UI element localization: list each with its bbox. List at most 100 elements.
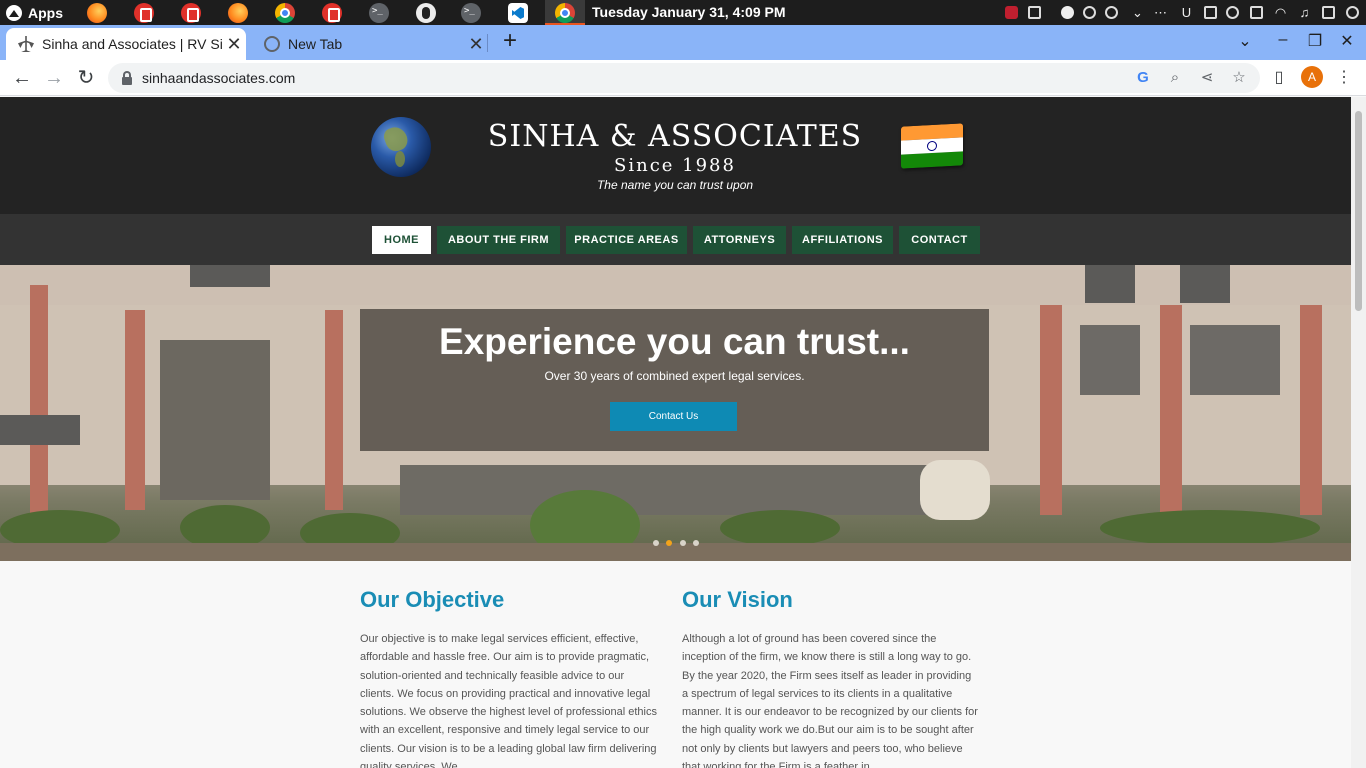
vision-body: Although a lot of ground has been covere… [682,633,978,768]
lock-icon[interactable] [122,70,132,85]
share-icon[interactable]: ⋖ [1199,70,1215,86]
building-window [1080,325,1140,395]
building-column [30,285,48,515]
tab-title: Sinha and Associates | RV Sinha [42,36,222,52]
close-tab-icon[interactable]: ✕ [222,34,246,55]
more-icon[interactable]: ⋯ [1154,6,1167,19]
pdf-icon[interactable] [181,3,201,23]
brand-since: Since 1988 [614,155,736,176]
web-page: SINHA & ASSOCIATES Since 1988 The name y… [0,97,1351,768]
user-icon[interactable] [1346,6,1359,19]
apps-logo-icon [6,4,22,21]
forward-arrow-icon[interactable]: → [42,66,66,90]
content-section: Our Objective Our objective is to make l… [0,561,1351,768]
building-window [1085,265,1135,303]
bookmark-star-icon[interactable]: ☆ [1231,70,1247,86]
page-scrollbar[interactable] [1351,97,1366,768]
lion-statue [920,460,990,520]
new-tab-button[interactable]: + [498,29,522,54]
objective-title: Our Objective [360,587,505,612]
building-window [190,265,270,287]
zoom-icon[interactable]: ⌕ [1167,70,1183,86]
firefox-icon[interactable] [228,3,248,23]
pdf-icon[interactable] [134,3,154,23]
battery-icon[interactable] [1322,6,1335,19]
building-column [125,310,145,510]
globe-logo [371,117,431,177]
building-entrance [400,465,960,515]
building-column [325,310,343,510]
building-column [1300,305,1322,515]
nav-about-the-firm[interactable]: ABOUT THE FIRM [437,226,560,254]
clock[interactable]: Tuesday January 31, 4:09 PM [592,4,786,20]
globe-icon [264,36,280,52]
restore-icon[interactable]: ❐ [1305,31,1325,51]
terminal-icon[interactable] [461,3,481,23]
wifi-icon[interactable]: ◠ [1274,6,1287,19]
window-icon[interactable] [1250,6,1263,19]
slide-dot[interactable] [653,540,659,546]
slide-dot[interactable] [680,540,686,546]
apps-label: Apps [28,4,63,21]
scales-of-justice-icon [18,36,34,52]
shrub [1100,510,1320,546]
vscode-icon[interactable] [508,3,528,23]
brand-name: SINHA & ASSOCIATES [487,119,863,154]
brand[interactable]: SINHA & ASSOCIATES Since 1988 The name y… [475,119,875,193]
brand-tagline: The name you can trust upon [596,178,754,192]
nav-affiliations[interactable]: AFFILIATIONS [792,226,893,254]
mic-muted-icon[interactable] [1005,6,1018,19]
browser-toolbar: ← → ↻ sinhaandassociates.com G ⌕ ⋖ ☆ ▯ A… [0,60,1366,96]
shrub [720,510,840,546]
linux-icon[interactable] [416,3,436,23]
record-icon[interactable] [1083,6,1096,19]
contact-us-button[interactable]: Contact Us [610,402,737,431]
hero-title: Experience you can trust... [439,321,910,362]
hero-slider[interactable]: Experience you can trust... Over 30 year… [0,265,1351,561]
address-bar[interactable]: sinhaandassociates.com G ⌕ ⋖ ☆ [108,63,1260,93]
screen-icon[interactable] [1028,6,1041,19]
chrome-icon[interactable] [555,3,575,23]
clipboard-icon[interactable] [1204,6,1217,19]
tab-new-tab[interactable]: New Tab ✕ [252,28,488,60]
vpn-icon[interactable] [1105,6,1118,19]
tab-title: New Tab [288,36,343,52]
building-window [160,340,270,500]
chrome-icon[interactable] [275,3,295,23]
close-window-icon[interactable]: ✕ [1337,31,1357,51]
tab-search-icon[interactable]: ⌄ [1235,31,1255,51]
nav-contact[interactable]: CONTACT [899,226,980,254]
chevron-down-icon[interactable]: ⌄ [1131,6,1144,19]
close-tab-icon[interactable]: ✕ [464,34,488,55]
google-lens-icon[interactable]: G [1135,70,1151,86]
magnet-icon[interactable]: U [1180,6,1193,19]
nav-attorneys[interactable]: ATTORNEYS [693,226,786,254]
firefox-icon[interactable] [87,3,107,23]
shield-icon[interactable] [1226,6,1239,19]
indian-flag-image [901,123,963,169]
side-panel-icon[interactable]: ▯ [1269,68,1289,88]
hero-caption: Experience you can trust... Over 30 year… [360,309,989,451]
profile-avatar[interactable]: A [1301,66,1323,88]
nav-practice-areas[interactable]: PRACTICE AREAS [566,226,687,254]
slide-dot-active[interactable] [666,540,672,546]
building-window [0,415,80,445]
building-window [1190,325,1280,395]
objective-body: Our objective is to make legal services … [360,633,657,768]
nav-home[interactable]: HOME [372,226,431,254]
url-text[interactable]: sinhaandassociates.com [142,70,295,86]
ground [0,543,1351,561]
reload-icon[interactable]: ↻ [74,66,98,90]
apps-menu[interactable]: Apps [0,0,78,25]
hero-subtitle: Over 30 years of combined expert legal s… [544,369,805,383]
slide-dot[interactable] [693,540,699,546]
status-icon[interactable] [1061,6,1074,19]
minimize-icon[interactable]: – [1273,31,1293,49]
back-arrow-icon[interactable]: ← [10,66,34,90]
scrollbar-thumb[interactable] [1355,111,1362,311]
terminal-icon[interactable] [369,3,389,23]
tab-sinha-associates[interactable]: Sinha and Associates | RV Sinha ✕ [6,28,246,60]
pdf-icon[interactable] [322,3,342,23]
music-icon[interactable]: ♫ [1298,6,1311,19]
kebab-menu-icon[interactable]: ⋮ [1334,68,1354,88]
